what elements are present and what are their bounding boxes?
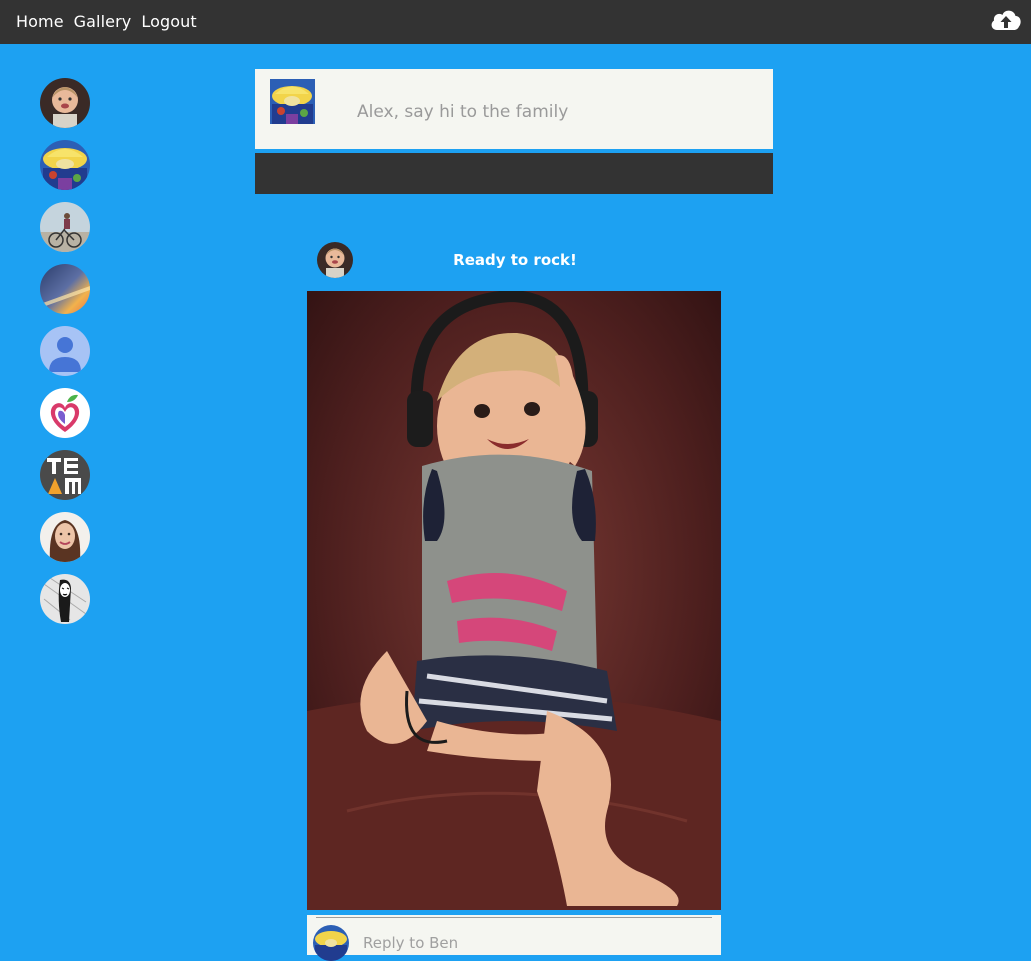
- nav-links: Home Gallery Logout: [16, 12, 197, 31]
- avatar-bicycle[interactable]: [40, 202, 90, 252]
- avatar-baby[interactable]: [40, 78, 90, 128]
- post-author-avatar[interactable]: [317, 242, 353, 278]
- team-logo[interactable]: [40, 450, 90, 500]
- top-nav-bar: Home Gallery Logout: [0, 0, 1031, 44]
- avatar-sunset[interactable]: [40, 264, 90, 314]
- post-photo[interactable]: [307, 291, 721, 910]
- reply-box: [307, 915, 721, 961]
- composer-avatar: [270, 79, 315, 124]
- nav-home-link[interactable]: Home: [16, 12, 64, 31]
- reply-divider: [316, 917, 712, 918]
- avatar-woman[interactable]: [40, 512, 90, 562]
- avatar-cartoon[interactable]: [40, 140, 90, 190]
- new-post-input[interactable]: [355, 89, 759, 135]
- heart-apple-logo[interactable]: [40, 388, 90, 438]
- reply-avatar: [313, 925, 349, 961]
- reply-input[interactable]: [361, 931, 705, 955]
- post-composer: [255, 69, 773, 149]
- nav-logout-link[interactable]: Logout: [141, 12, 196, 31]
- avatar-sketch[interactable]: [40, 574, 90, 624]
- cloud-upload-icon[interactable]: [989, 6, 1023, 36]
- default-person-icon[interactable]: [40, 326, 90, 376]
- post-caption: Ready to rock!: [453, 251, 577, 269]
- composer-action-bar[interactable]: [255, 153, 773, 194]
- nav-gallery-link[interactable]: Gallery: [74, 12, 132, 31]
- family-avatar-list: [40, 78, 90, 636]
